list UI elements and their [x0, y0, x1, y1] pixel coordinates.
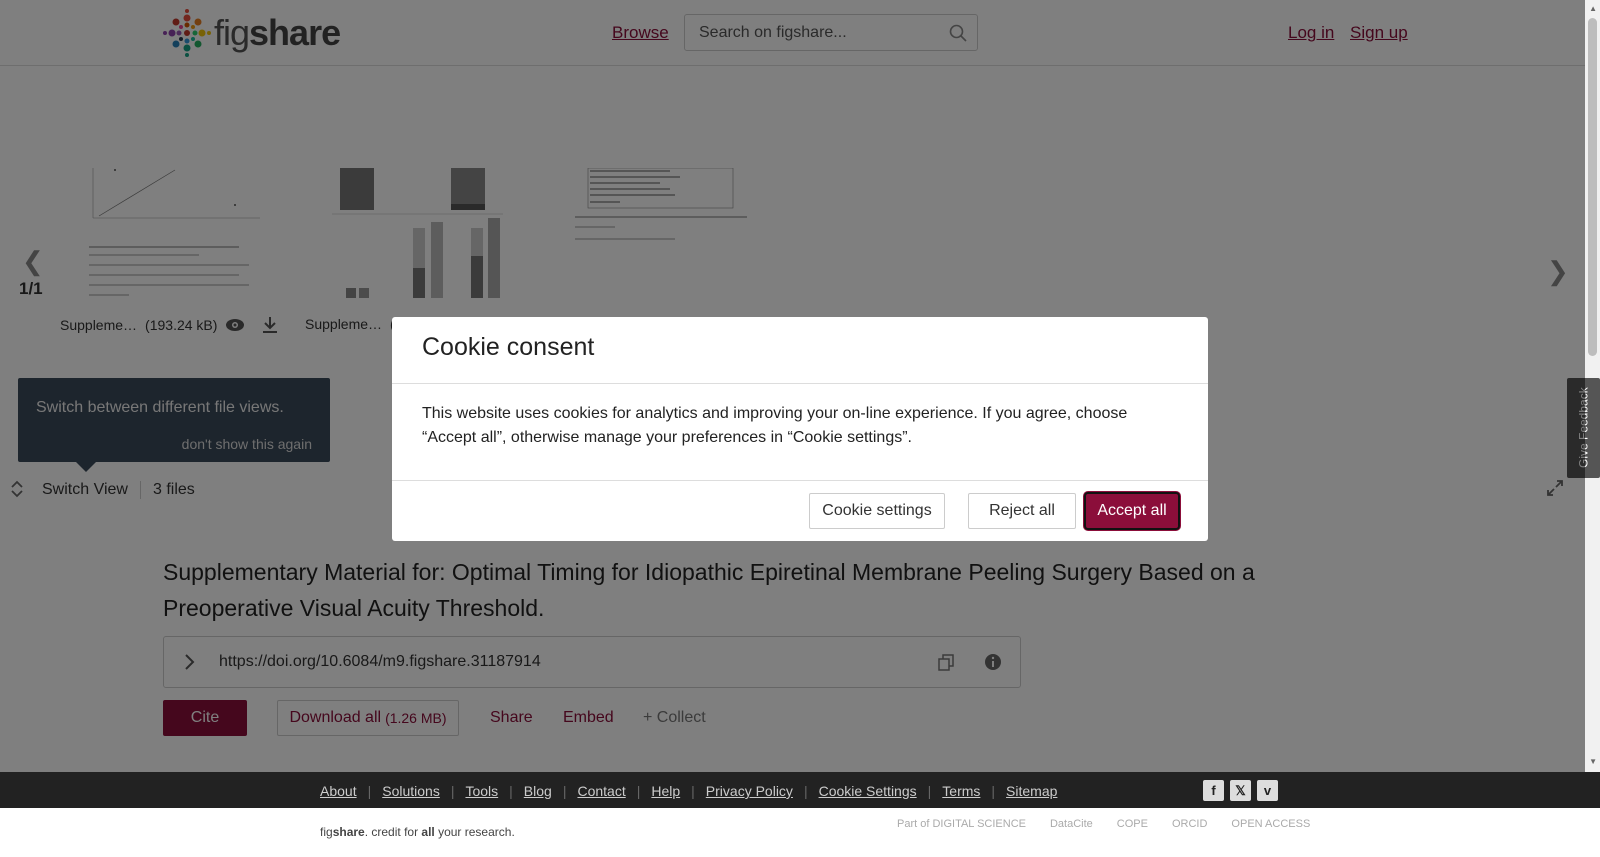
footer-bottom: figshare. credit for all your research. … [0, 808, 1600, 857]
footer-link-privacy[interactable]: Privacy Policy [706, 783, 793, 799]
social-links: f 𝕏 v [1203, 780, 1278, 801]
footer-links: About | Solutions | Tools | Blog | Contact | … [320, 783, 1058, 799]
x-twitter-icon[interactable]: 𝕏 [1230, 780, 1251, 801]
footer-credit: figshare. credit for all your research. [320, 825, 515, 839]
datacite-logo[interactable]: DataCite [1050, 818, 1093, 830]
footer-link-terms[interactable]: Terms [942, 783, 980, 799]
footer-nav: About | Solutions | Tools | Blog | Contact | … [0, 772, 1600, 808]
orcid-logo[interactable]: ORCID [1172, 818, 1207, 830]
scroll-up-icon[interactable]: ▲ [1589, 4, 1597, 13]
footer-link-blog[interactable]: Blog [524, 783, 552, 799]
cookie-settings-button[interactable]: Cookie settings [809, 493, 945, 529]
footer-link-help[interactable]: Help [651, 783, 680, 799]
reject-all-button[interactable]: Reject all [968, 493, 1076, 529]
footer-link-solutions[interactable]: Solutions [382, 783, 440, 799]
open-access-logo[interactable]: OPEN ACCESS [1231, 818, 1310, 830]
footer-link-contact[interactable]: Contact [577, 783, 625, 799]
scroll-thumb[interactable] [1588, 18, 1597, 356]
cookie-consent-modal: Cookie consent This website uses cookies… [392, 317, 1208, 541]
facebook-icon[interactable]: f [1203, 780, 1224, 801]
footer-link-tools[interactable]: Tools [465, 783, 498, 799]
vimeo-icon[interactable]: v [1257, 780, 1278, 801]
accept-all-button[interactable]: Accept all [1084, 492, 1180, 530]
footer-link-about[interactable]: About [320, 783, 357, 799]
footer-link-sitemap[interactable]: Sitemap [1006, 783, 1057, 799]
cope-logo[interactable]: COPE [1117, 818, 1148, 830]
modal-title: Cookie consent [422, 333, 595, 361]
modal-body: This website uses cookies for analytics … [422, 405, 1128, 446]
partner-logos: Part of DIGITAL SCIENCE DataCite COPE OR… [897, 818, 1310, 830]
modal-divider [392, 480, 1208, 481]
footer-link-cookie-settings[interactable]: Cookie Settings [819, 783, 917, 799]
digital-science-logo[interactable]: Part of DIGITAL SCIENCE [897, 818, 1026, 830]
modal-divider [392, 383, 1208, 384]
scroll-down-icon[interactable]: ▼ [1589, 757, 1597, 766]
